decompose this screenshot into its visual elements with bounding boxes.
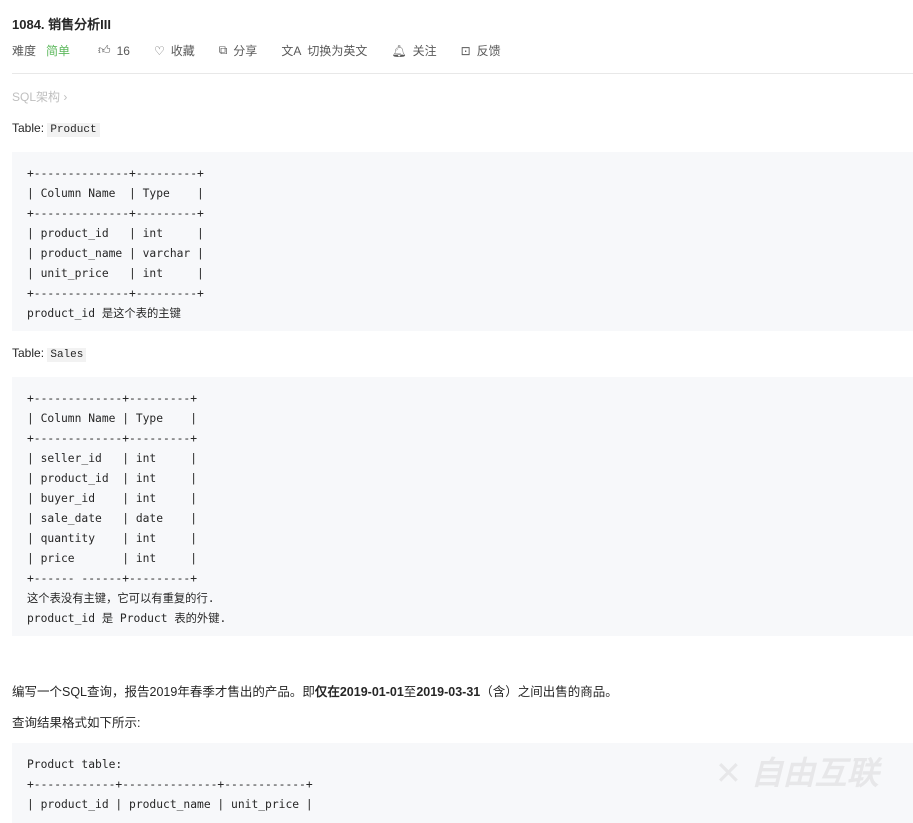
- description-text: 编写一个SQL查询，报告2019年春季才售出的产品。即仅在2019-01-01至…: [12, 681, 618, 700]
- problem-title: 1084. 销售分析III: [12, 17, 111, 32]
- sales-table-label: Table: Sales: [12, 346, 87, 362]
- share-label: 分享: [233, 44, 258, 58]
- favorite-button[interactable]: ♡ 收藏: [154, 42, 195, 59]
- sales-table-name: Sales: [47, 348, 87, 362]
- desc-part: （含）之间出售的商品。: [480, 685, 618, 699]
- product-table-label: Table: Product: [12, 121, 100, 137]
- bell-icon: 🔔︎: [391, 43, 407, 58]
- feedback-button[interactable]: ⊡ 反馈: [461, 42, 501, 59]
- desc-bold: 仅在: [314, 685, 340, 699]
- product-schema-code: +--------------+---------+ | Column Name…: [27, 167, 204, 320]
- sales-schema-code: +-------------+---------+ | Column Name …: [27, 392, 227, 625]
- share-icon: ⧉: [218, 43, 228, 57]
- result-format-text: 查询结果格式如下所示:: [12, 716, 141, 730]
- breadcrumb[interactable]: SQL架构 ›: [12, 88, 67, 105]
- like-button[interactable]: 👍︎ 16: [98, 43, 130, 58]
- table-label-text: Table:: [12, 121, 48, 135]
- divider: [12, 73, 913, 74]
- feedback-label: 反馈: [476, 44, 501, 58]
- follow-label: 关注: [412, 44, 437, 58]
- desc-part: 至: [403, 685, 417, 699]
- follow-button[interactable]: 🔔︎ 关注: [391, 42, 436, 59]
- share-button[interactable]: ⧉ 分享: [219, 42, 258, 59]
- desc-start-date: 2019-01-01: [339, 685, 404, 699]
- desc-part: 编写一个SQL查询，报告2019年春季才售出的产品。即: [12, 685, 315, 699]
- product-table-name: Product: [47, 123, 100, 137]
- heart-icon: ♡: [153, 43, 165, 58]
- favorite-label: 收藏: [170, 44, 195, 58]
- watermark-text: 自由互联: [750, 755, 879, 791]
- like-count: 16: [116, 43, 130, 58]
- feedback-icon: ⊡: [460, 43, 471, 58]
- problem-toolbar: 难度 简单 👍︎ 16 ♡ 收藏 ⧉ 分享 文A 切换为英文 🔔︎ 关注 ⊡ 反馈: [12, 42, 525, 59]
- product-schema-block: +--------------+---------+ | Column Name…: [12, 152, 913, 331]
- translate-icon: 文A: [281, 44, 302, 58]
- difficulty-badge: 简单: [46, 44, 71, 58]
- switch-language-label: 切换为英文: [307, 44, 368, 58]
- thumbs-up-icon: 👍︎: [98, 43, 111, 57]
- switch-language-button[interactable]: 文A 切换为英文: [281, 42, 367, 59]
- sales-schema-block: +-------------+---------+ | Column Name …: [12, 377, 913, 636]
- desc-end-date: 2019-03-31: [416, 685, 481, 699]
- difficulty-label: 难度: [12, 44, 37, 58]
- watermark-logo: ✕ 自由互联: [715, 755, 879, 791]
- table-label-text: Table:: [12, 346, 48, 360]
